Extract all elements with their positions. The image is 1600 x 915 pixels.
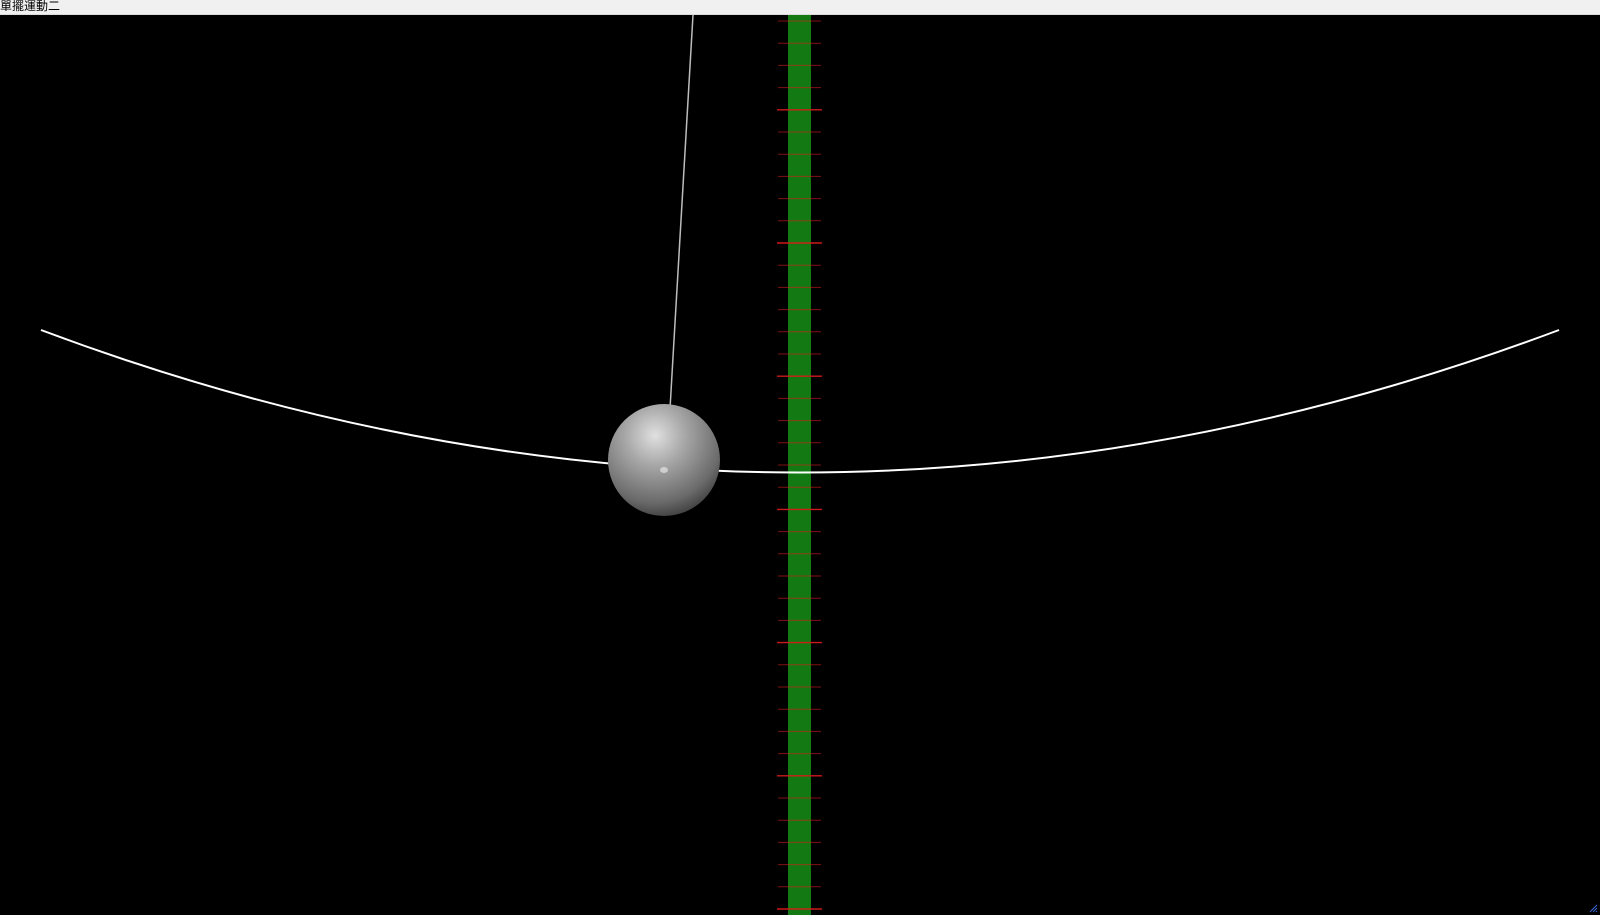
- title-bar: 單擺運動二: [0, 0, 1600, 15]
- bob-sphere: [608, 404, 720, 516]
- ruler-ticks: [777, 20, 822, 910]
- app-window: 單擺運動二: [0, 0, 1600, 915]
- bob-highlight: [660, 467, 668, 473]
- window-title: 單擺運動二: [0, 0, 61, 13]
- resize-grip-icon[interactable]: [1588, 903, 1598, 913]
- pendulum-bob[interactable]: [608, 404, 720, 516]
- simulation-canvas[interactable]: [0, 15, 1600, 915]
